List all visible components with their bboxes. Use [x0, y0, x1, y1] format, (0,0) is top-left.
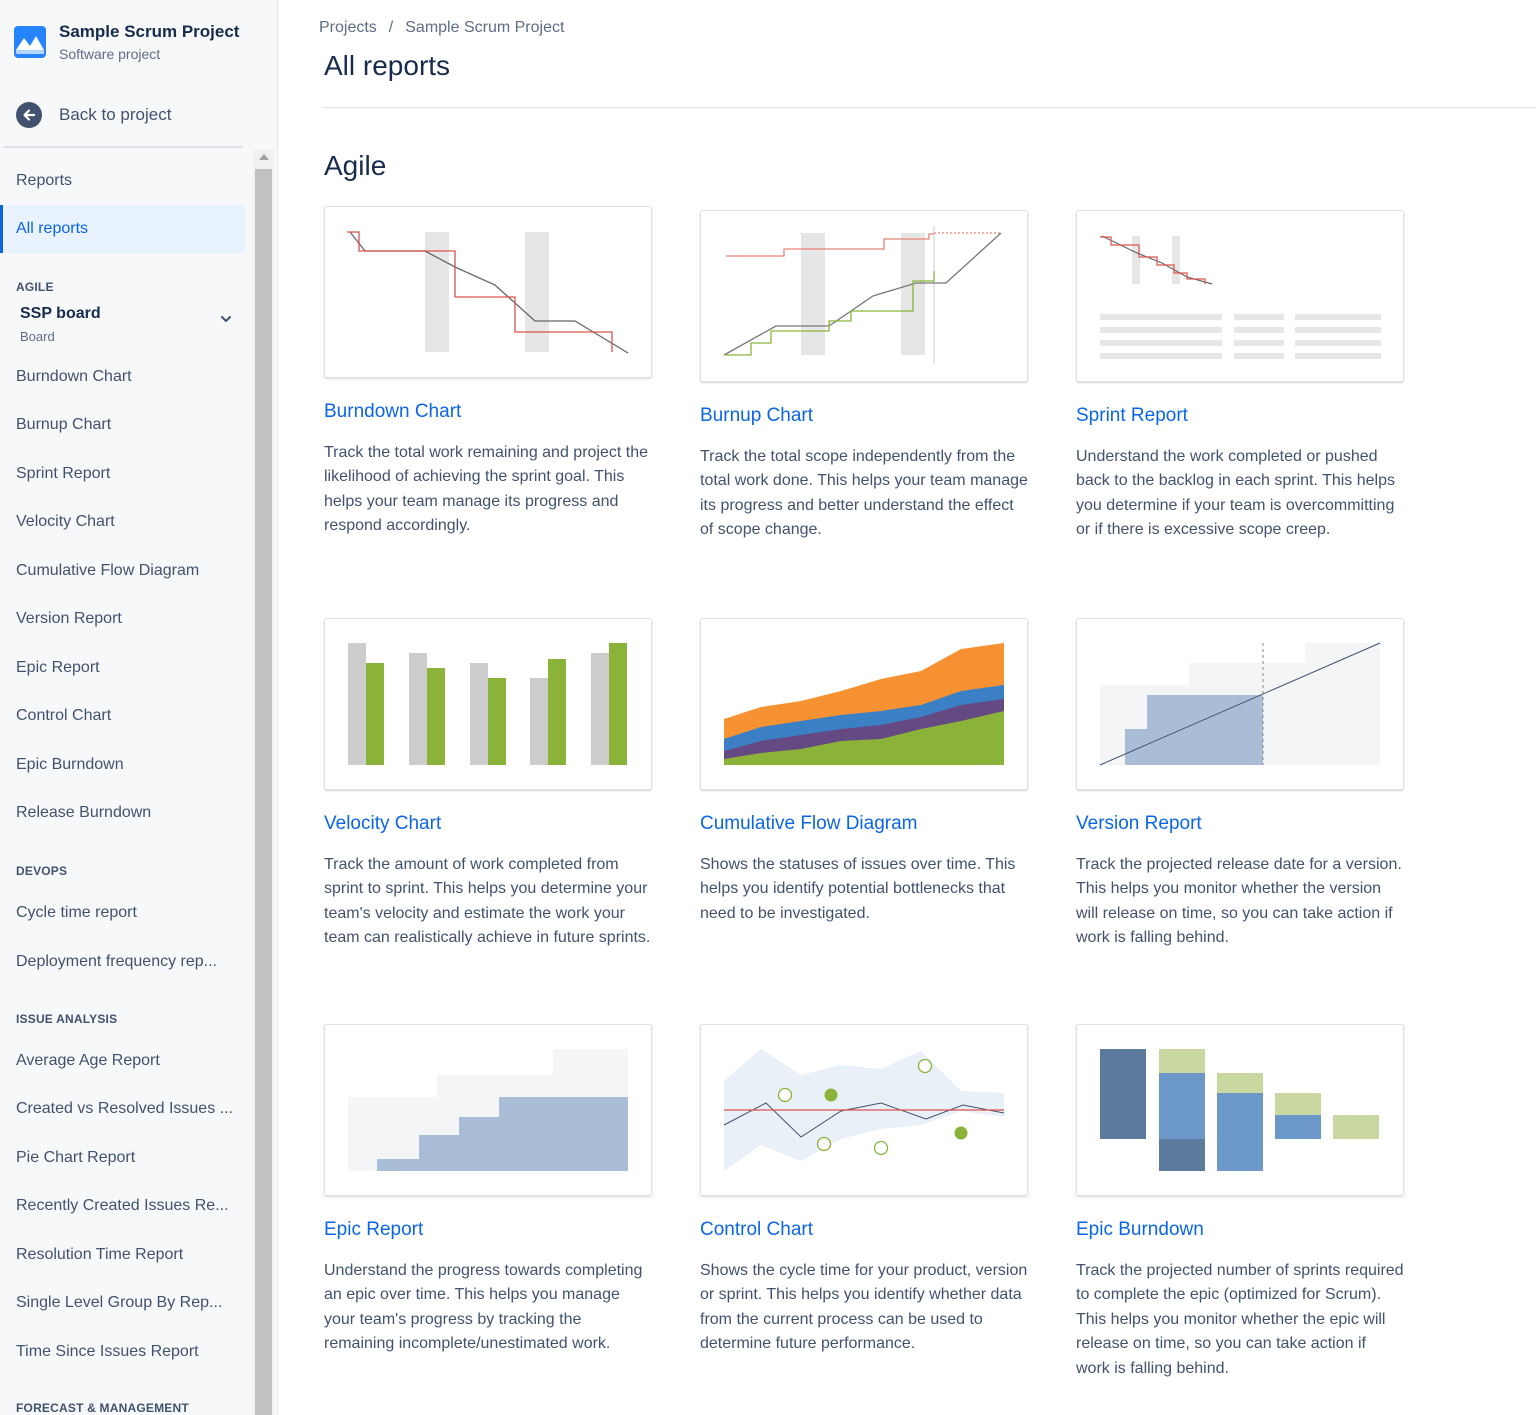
card-title-burnup[interactable]: Burnup Chart [700, 405, 1028, 427]
header-divider [323, 107, 1536, 108]
epic-burndown-thumbnail[interactable] [1076, 1024, 1404, 1196]
sidebar-item-burndown-chart[interactable]: Burndown Chart [0, 353, 245, 401]
section-title-agile: Agile [324, 150, 387, 181]
report-card-burndown: Burndown Chart Track the total work rema… [324, 206, 652, 539]
card-title-control-chart[interactable]: Control Chart [700, 1219, 1028, 1241]
forecast-section-label: FORECAST & MANAGEMENT [16, 1401, 189, 1415]
sidebar-item-version-report[interactable]: Version Report [0, 595, 245, 643]
sidebar-item-cumulative-flow-diagram[interactable]: Cumulative Flow Diagram [0, 547, 245, 595]
sidebar-item-pie-chart-report[interactable]: Pie Chart Report [0, 1134, 245, 1182]
sidebar-item-velocity-chart[interactable]: Velocity Chart [0, 498, 245, 546]
sidebar-item-time-since-issues[interactable]: Time Since Issues Report [0, 1328, 245, 1376]
card-desc-epic-report: Understand the progress towards completi… [324, 1262, 643, 1353]
report-card-sprint-report: Sprint Report Understand the work comple… [1076, 210, 1404, 543]
breadcrumb-separator: / [388, 19, 394, 36]
control-chart-thumbnail[interactable] [700, 1024, 1028, 1196]
sidebar-item-recently-created-issues[interactable]: Recently Created Issues Re... [0, 1182, 245, 1230]
sidebar-item-resolution-time-report[interactable]: Resolution Time Report [0, 1231, 245, 1279]
card-title-epic-burndown[interactable]: Epic Burndown [1076, 1219, 1404, 1241]
report-card-control-chart: Control Chart Shows the cycle time for y… [700, 1024, 1028, 1357]
card-desc-epic-burndown: Track the projected number of sprints re… [1076, 1262, 1404, 1377]
report-card-version-report: Version Report Track the projected relea… [1076, 618, 1404, 951]
back-to-project-button[interactable]: Back to project [16, 102, 171, 128]
cfd-thumbnail[interactable] [700, 618, 1028, 790]
back-label: Back to project [59, 105, 172, 124]
sidebar-item-average-age-report[interactable]: Average Age Report [0, 1037, 245, 1085]
card-title-velocity[interactable]: Velocity Chart [324, 813, 652, 835]
sidebar-item-burnup-chart[interactable]: Burnup Chart [0, 401, 245, 449]
version-report-illustration-icon [1099, 642, 1381, 766]
sidebar-item-release-burndown[interactable]: Release Burndown [0, 789, 245, 837]
card-title-cfd[interactable]: Cumulative Flow Diagram [700, 813, 1028, 835]
sidebar-item-epic-burndown[interactable]: Epic Burndown [0, 741, 245, 789]
card-title-epic-report[interactable]: Epic Report [324, 1219, 652, 1241]
sidebar-item-sprint-report[interactable]: Sprint Report [0, 450, 245, 498]
page-title: All reports [324, 50, 451, 81]
sidebar-scrollbar[interactable] [253, 150, 274, 1415]
breadcrumb-projects[interactable]: Projects [319, 19, 377, 37]
card-desc-burndown: Track the total work remaining and proje… [324, 444, 649, 535]
card-title-sprint-report[interactable]: Sprint Report [1076, 405, 1404, 427]
issue-analysis-section-label: ISSUE ANALYSIS [16, 1012, 118, 1026]
sidebar-item-epic-report[interactable]: Epic Report [0, 644, 245, 692]
sidebar-divider [4, 146, 243, 148]
reports-heading: Reports [16, 172, 73, 189]
sidebar-item-cycle-time-report[interactable]: Cycle time report [0, 889, 245, 937]
sprint-report-thumbnail[interactable] [1076, 210, 1404, 382]
report-card-cfd: Cumulative Flow Diagram Shows the status… [700, 618, 1028, 926]
board-name: SSP board [20, 305, 101, 322]
report-card-epic-report: Epic Report Understand the progress towa… [324, 1024, 652, 1357]
main-content: Projects / Sample Scrum Project All repo… [278, 0, 1536, 1415]
epic-burndown-illustration-icon [1100, 1049, 1379, 1171]
agile-section-label: AGILE [16, 280, 54, 294]
control-chart-illustration-icon [723, 1049, 1005, 1171]
devops-section-label: DEVOPS [16, 864, 68, 878]
project-name: Sample Scrum Project [59, 22, 240, 41]
arrow-left-icon [16, 102, 42, 128]
sidebar-item-single-level-group-by[interactable]: Single Level Group By Rep... [0, 1279, 245, 1327]
card-desc-velocity: Track the amount of work completed from … [324, 856, 651, 947]
scroll-up-arrow-icon[interactable] [259, 154, 269, 160]
epic-report-illustration-icon [348, 1049, 628, 1171]
board-type: Board [20, 329, 55, 344]
card-desc-version-report: Track the projected release date for a v… [1076, 856, 1402, 947]
chevron-down-icon [221, 316, 231, 322]
burndown-chart-illustration-icon [347, 231, 629, 354]
sidebar-item-created-vs-resolved[interactable]: Created vs Resolved Issues ... [0, 1085, 245, 1133]
scrollbar-thumb[interactable] [255, 169, 272, 1415]
sidebar-item-all-reports[interactable]: All reports [0, 205, 245, 253]
burnup-chart-thumbnail[interactable] [700, 210, 1028, 382]
card-desc-burnup: Track the total scope independently from… [700, 448, 1028, 539]
burndown-chart-thumbnail[interactable] [324, 206, 652, 378]
sidebar-item-control-chart[interactable]: Control Chart [0, 692, 245, 740]
card-desc-control-chart: Shows the cycle time for your product, v… [700, 1262, 1028, 1353]
burnup-chart-illustration-icon [723, 226, 1002, 363]
velocity-chart-illustration-icon [348, 643, 627, 765]
breadcrumb-project[interactable]: Sample Scrum Project [405, 19, 564, 37]
epic-report-thumbnail[interactable] [324, 1024, 652, 1196]
project-avatar-icon [14, 26, 46, 58]
report-card-velocity: Velocity Chart Track the amount of work … [324, 618, 652, 951]
velocity-chart-thumbnail[interactable] [324, 618, 652, 790]
version-report-thumbnail[interactable] [1076, 618, 1404, 790]
board-selector[interactable]: SSP board Board [20, 305, 240, 344]
cfd-illustration-icon [724, 643, 1004, 765]
report-card-burnup: Burnup Chart Track the total scope indep… [700, 210, 1028, 543]
project-type: Software project [59, 46, 161, 62]
sidebar: Sample Scrum Project Software project Ba… [0, 0, 278, 1415]
card-desc-cfd: Shows the statuses of issues over time. … [700, 856, 1016, 922]
project-header[interactable]: Sample Scrum Project Software project [14, 22, 239, 62]
card-title-version-report[interactable]: Version Report [1076, 813, 1404, 835]
card-desc-sprint-report: Understand the work completed or pushed … [1076, 448, 1395, 539]
card-title-burndown[interactable]: Burndown Chart [324, 401, 652, 423]
sidebar-item-deployment-frequency-report[interactable]: Deployment frequency rep... [0, 938, 245, 986]
sprint-report-illustration-icon [1100, 235, 1381, 359]
breadcrumb: Projects / Sample Scrum Project [319, 19, 564, 37]
report-card-epic-burndown: Epic Burndown Track the projected number… [1076, 1024, 1404, 1381]
